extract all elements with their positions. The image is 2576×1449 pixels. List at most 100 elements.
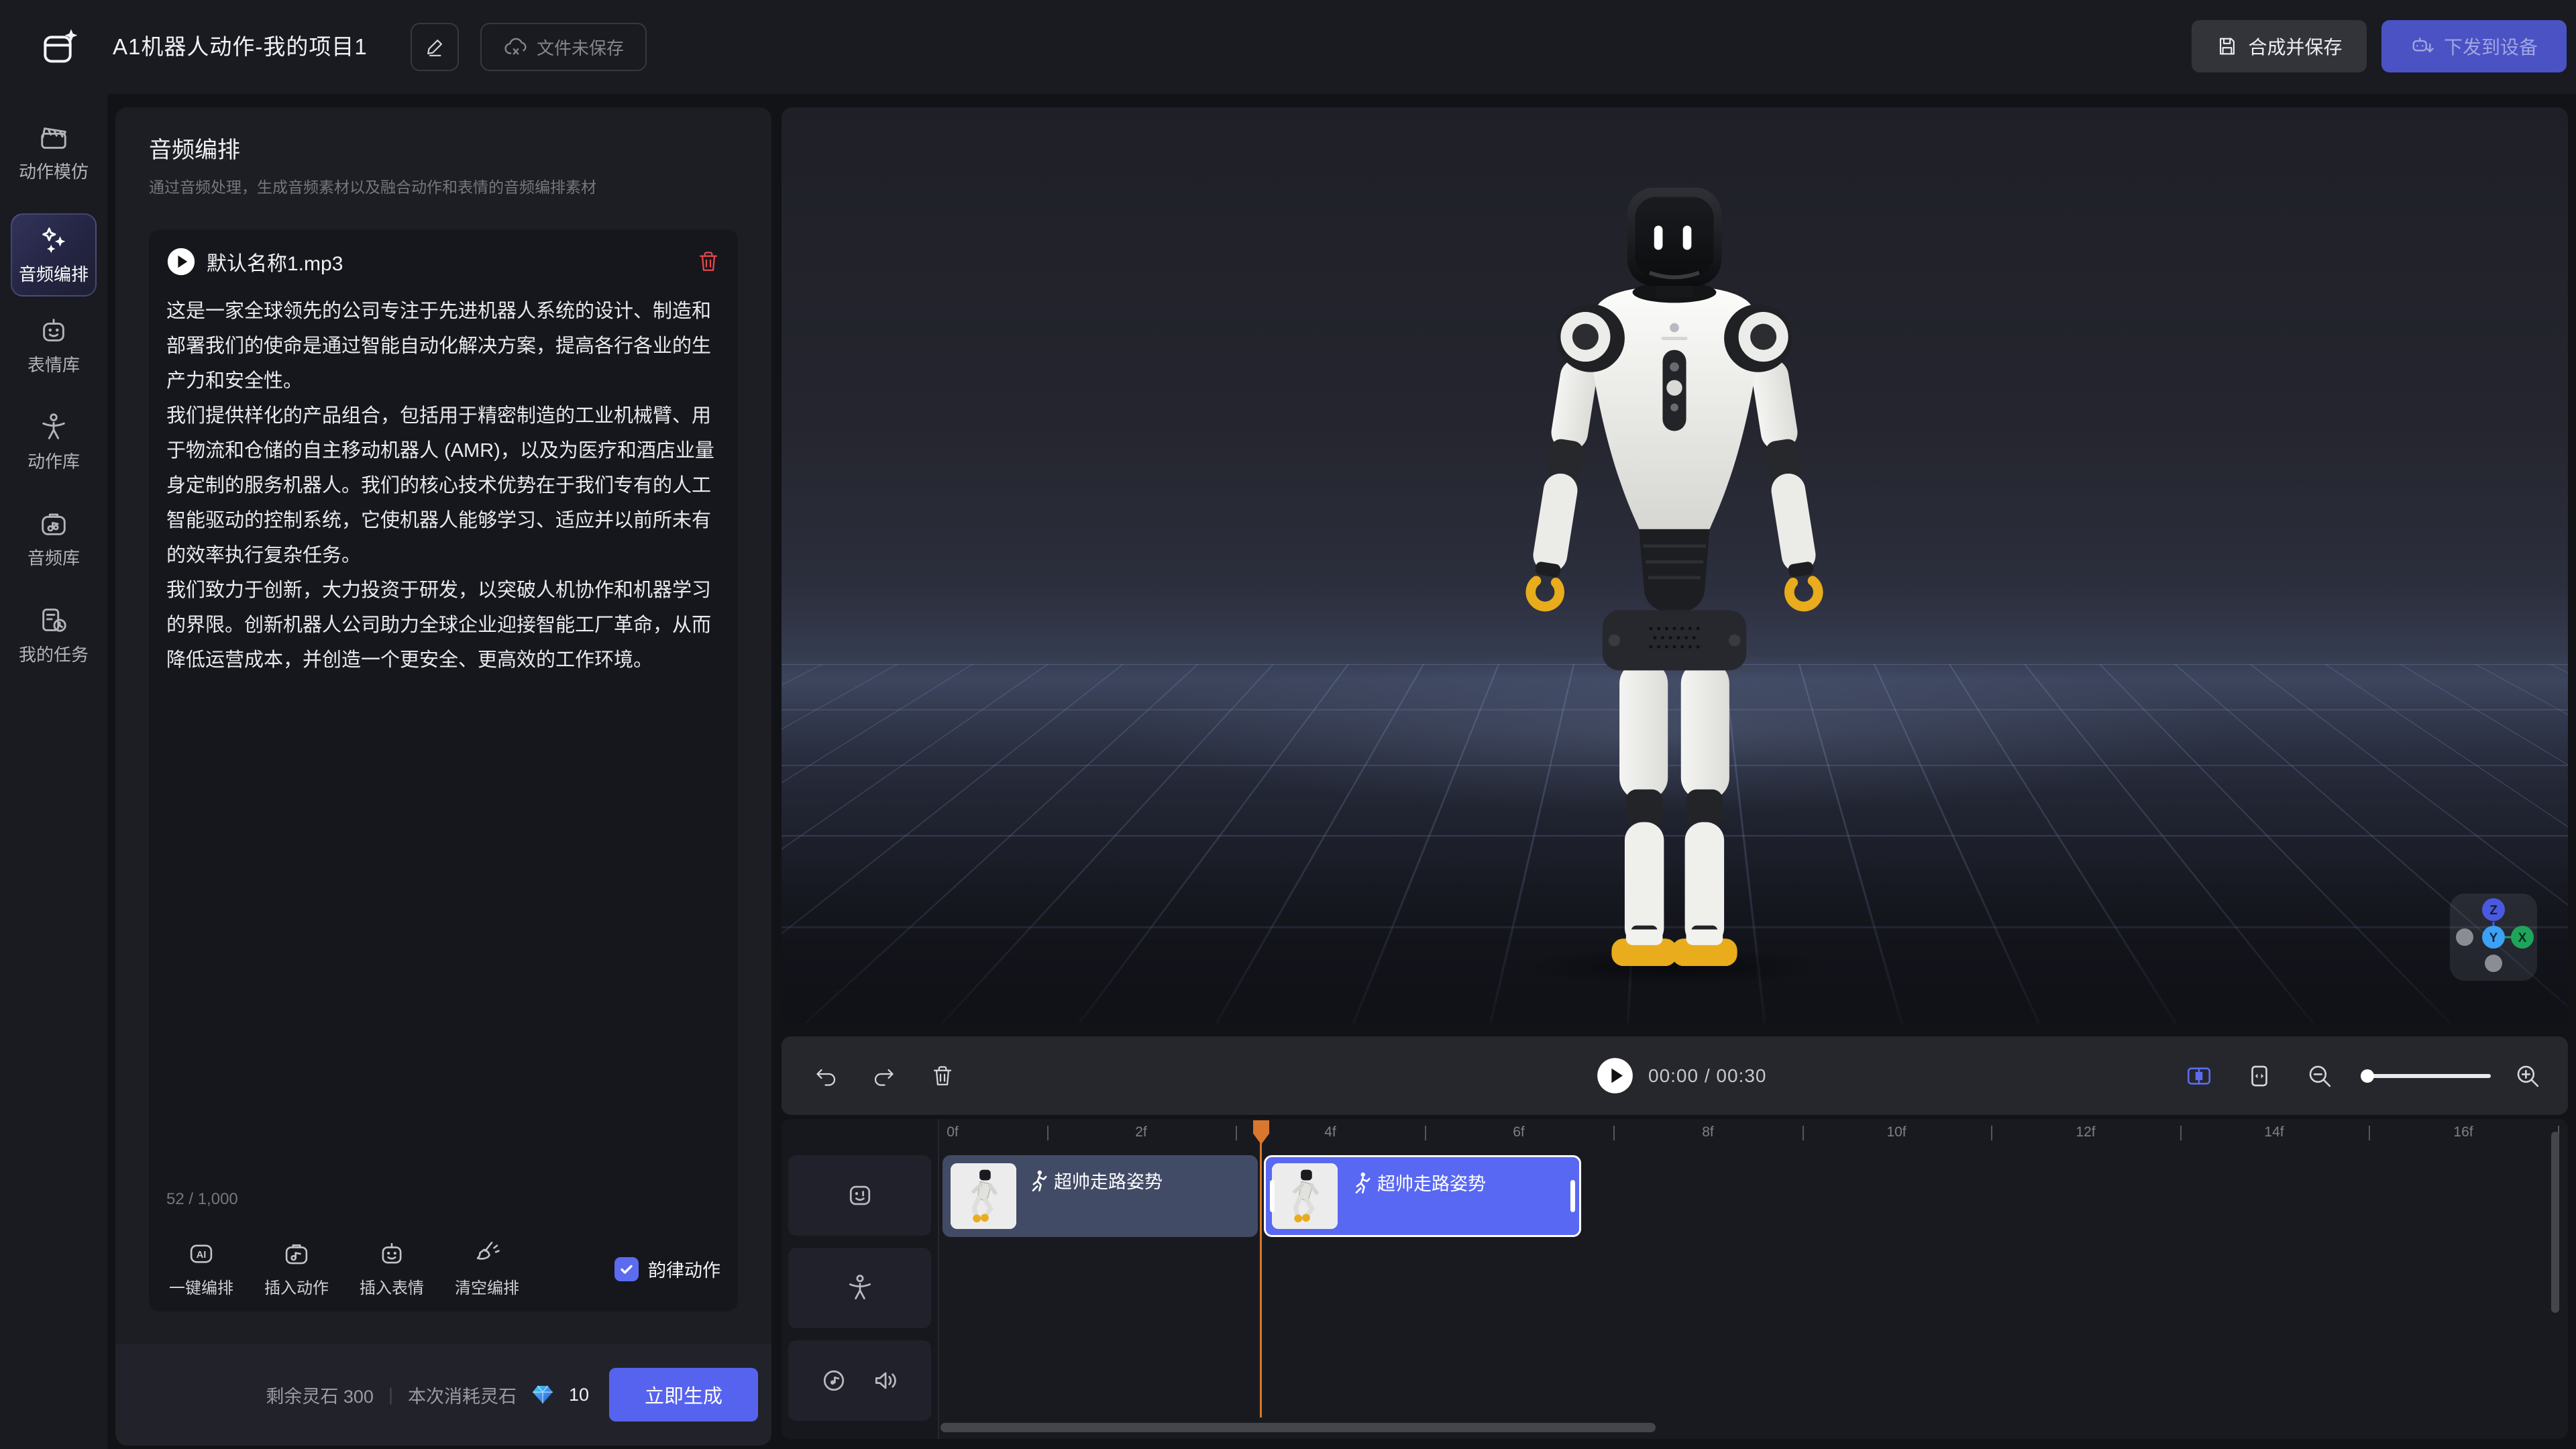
sidebar-item-motion-library[interactable]: 动作库	[0, 412, 107, 490]
sidebar: 动作模仿 音频编排 表情库 动作库	[0, 94, 107, 1449]
clapperboard-icon	[38, 122, 69, 153]
action-label: 一键编排	[169, 1275, 233, 1298]
ruler-label: 12f	[2076, 1124, 2095, 1140]
zoom-out-icon[interactable]	[2306, 1062, 2334, 1090]
ruler-tick	[1236, 1126, 1237, 1140]
action-label: 插入动作	[264, 1275, 329, 1298]
one-click-arrange-button[interactable]: AI 一键编排	[166, 1240, 236, 1298]
app-logo-icon	[39, 25, 82, 68]
vinyl-note-icon	[819, 1366, 849, 1395]
cloud-x-icon	[503, 34, 529, 60]
delete-clip-button[interactable]	[930, 1064, 955, 1088]
ruler-label: 2f	[1135, 1124, 1147, 1140]
timeline-vertical-scrollbar[interactable]	[2551, 1132, 2559, 1313]
insert-clip-tool-icon[interactable]	[2185, 1062, 2213, 1090]
file-unsaved-status: 文件未保存	[480, 23, 647, 71]
audio-script-text[interactable]: 这是一家全球领先的公司专注于先进机器人系统的设计、制造和部署我们的使命是通过智能…	[166, 294, 720, 678]
generate-now-button[interactable]: 立即生成	[609, 1368, 758, 1421]
clip-label: 超帅走路姿势	[1054, 1167, 1163, 1193]
sidebar-label: 动作模仿	[19, 158, 89, 183]
action-label: 清空编排	[455, 1275, 519, 1298]
rhythm-label: 韵律动作	[648, 1256, 720, 1282]
track-header-audio[interactable]	[788, 1340, 931, 1421]
ruler-tick	[1047, 1126, 1049, 1140]
sidebar-item-my-tasks[interactable]: 我的任务	[0, 605, 107, 683]
svg-text:AI: AI	[197, 1250, 207, 1260]
project-title: A1机器人动作-我的项目1	[113, 0, 368, 94]
top-bar: A1机器人动作-我的项目1 文件未保存 合成并保存 下发	[0, 0, 2576, 94]
3d-viewport[interactable]: Z Y X	[782, 107, 2568, 1023]
clear-arrangement-button[interactable]: 清空编排	[452, 1240, 522, 1298]
deploy-label: 下发到设备	[2444, 33, 2538, 60]
script-paragraph: 这是一家全球领先的公司专注于先进机器人系统的设计、制造和部署我们的使命是通过智能…	[166, 294, 720, 398]
track-separator	[938, 1119, 939, 1439]
timeline-clip[interactable]: 超帅走路姿势	[943, 1155, 1258, 1237]
zoom-in-icon[interactable]	[2514, 1062, 2542, 1090]
undo-button[interactable]	[814, 1064, 839, 1088]
checkbox-checked-icon[interactable]	[614, 1257, 639, 1281]
rename-button[interactable]	[411, 23, 459, 71]
robot-download-icon	[2410, 34, 2436, 59]
save-icon	[2216, 35, 2239, 58]
clip-trim-handle-left[interactable]	[1270, 1180, 1275, 1212]
audio-filename: 默认名称1.mp3	[207, 247, 343, 276]
save-button[interactable]: 合成并保存	[2192, 20, 2367, 72]
play-button[interactable]	[1597, 1057, 1633, 1094]
rhythm-motion-toggle[interactable]: 韵律动作	[614, 1256, 720, 1298]
panel-title: 音频编排	[149, 131, 240, 164]
sidebar-item-audio-library[interactable]: 音频库	[0, 508, 107, 586]
robot-face-icon	[378, 1240, 406, 1268]
gem-icon	[531, 1385, 554, 1405]
delete-audio-button[interactable]	[696, 250, 720, 274]
ruler-tick	[2180, 1126, 2182, 1140]
task-list-icon	[38, 605, 69, 636]
fit-timeline-icon[interactable]	[2245, 1062, 2273, 1090]
ruler-label: 10f	[1886, 1124, 1906, 1140]
timeline-horizontal-scrollbar[interactable]	[941, 1423, 1656, 1432]
speaker-icon[interactable]	[871, 1366, 901, 1395]
generate-footer: 剩余灵石 300 | 本次消耗灵石 10 立即生成	[115, 1344, 771, 1446]
playhead-line	[1260, 1124, 1262, 1417]
ruler-label: 16f	[2453, 1124, 2473, 1140]
robot-face-icon	[38, 315, 69, 346]
insert-expression-button[interactable]: 插入表情	[357, 1240, 427, 1298]
app-window: A1机器人动作-我的项目1 文件未保存 合成并保存 下发	[0, 0, 2576, 1449]
walking-person-icon	[1353, 1172, 1371, 1193]
clip-label: 超帅走路姿势	[1377, 1169, 1486, 1195]
axis-x-label: X	[2518, 931, 2527, 945]
audio-file-row: 默认名称1.mp3	[166, 246, 720, 278]
broom-icon	[473, 1240, 501, 1268]
timeline-clip-selected[interactable]: 超帅走路姿势	[1264, 1155, 1581, 1237]
sidebar-item-motion-mimic[interactable]: 动作模仿	[0, 122, 107, 200]
walking-person-icon	[1030, 1170, 1047, 1191]
clip-thumbnail	[1272, 1163, 1338, 1229]
cost-label: 本次消耗灵石	[408, 1382, 517, 1408]
play-audio-button[interactable]	[166, 247, 196, 276]
track-header-expression[interactable]	[788, 1155, 931, 1236]
person-icon	[845, 1273, 875, 1303]
music-box-icon	[38, 508, 69, 539]
timeline-panel: 0f 2f 4f 6f 8f 10f 12f 14f 16f	[782, 1119, 2568, 1439]
timeline-zoom-knob[interactable]	[2361, 1069, 2374, 1083]
sidebar-label: 动作库	[28, 448, 80, 473]
clip-caption: 超帅走路姿势	[1030, 1167, 1163, 1193]
sidebar-item-expression-library[interactable]: 表情库	[0, 315, 107, 393]
deploy-to-device-button[interactable]: 下发到设备	[2381, 20, 2567, 72]
ruler-tick	[1425, 1126, 1426, 1140]
card-action-bar: AI 一键编排 插入动作 插	[166, 1234, 720, 1298]
timeline-zoom-slider[interactable]	[2366, 1074, 2491, 1078]
axis-gizmo[interactable]: Z Y X	[2450, 894, 2537, 981]
insert-motion-button[interactable]: 插入动作	[262, 1240, 331, 1298]
redo-button[interactable]	[871, 1064, 896, 1088]
sparkles-icon	[38, 225, 69, 256]
clip-trim-handle-right[interactable]	[1570, 1180, 1575, 1212]
sidebar-item-audio-arrange[interactable]: 音频编排	[11, 213, 97, 297]
ruler-tick	[1803, 1126, 1804, 1140]
sidebar-label: 我的任务	[19, 641, 89, 666]
action-label: 插入表情	[360, 1275, 424, 1298]
unsaved-label: 文件未保存	[537, 35, 624, 60]
axis-z-label: Z	[2489, 904, 2498, 918]
ruler-tick	[1613, 1126, 1615, 1140]
axis-negative-z	[2485, 955, 2502, 972]
track-header-motion[interactable]	[788, 1248, 931, 1328]
